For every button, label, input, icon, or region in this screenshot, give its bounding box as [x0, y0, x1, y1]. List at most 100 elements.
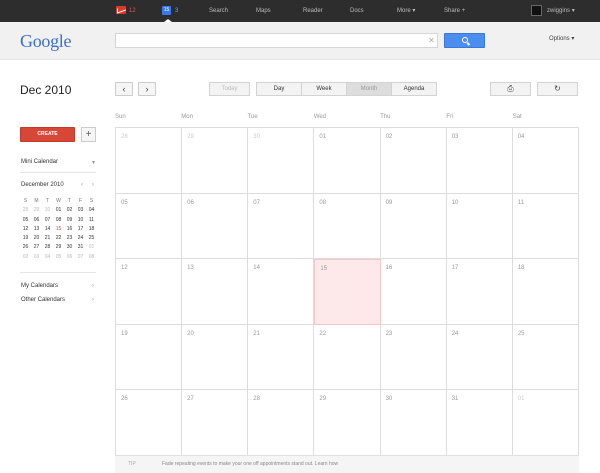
- mini-day[interactable]: 16: [64, 225, 75, 234]
- tab-agenda[interactable]: Agenda: [391, 82, 437, 96]
- day-cell[interactable]: 29: [314, 390, 381, 456]
- mini-day[interactable]: 24: [75, 234, 86, 243]
- mini-day[interactable]: 11: [86, 216, 97, 225]
- mini-day[interactable]: 29: [31, 206, 42, 215]
- day-cell[interactable]: 30: [380, 390, 447, 456]
- day-cell[interactable]: 01: [512, 390, 579, 456]
- nav-reader[interactable]: Reader: [303, 0, 323, 22]
- mini-day[interactable]: 02: [64, 206, 75, 215]
- day-cell[interactable]: 29: [182, 128, 249, 194]
- day-cell[interactable]: 17: [446, 259, 513, 325]
- mini-day[interactable]: 05: [53, 253, 64, 262]
- day-cell[interactable]: 31: [446, 390, 513, 456]
- day-cell[interactable]: 11: [512, 193, 579, 259]
- clear-search-icon[interactable]: ✕: [428, 34, 435, 47]
- nav-more[interactable]: More ▾: [397, 0, 415, 22]
- calendar-icon[interactable]: 15: [162, 6, 171, 15]
- mini-day[interactable]: 06: [31, 216, 42, 225]
- day-cell[interactable]: 22: [314, 324, 381, 390]
- prev-button[interactable]: ‹: [115, 82, 133, 96]
- refresh-button[interactable]: ↻: [537, 82, 578, 96]
- account-menu[interactable]: zwiggins ▾: [547, 0, 575, 22]
- day-cell[interactable]: 26: [116, 390, 183, 456]
- mini-day[interactable]: 20: [31, 234, 42, 243]
- day-cell[interactable]: 15: [314, 259, 381, 325]
- mini-day[interactable]: 13: [31, 225, 42, 234]
- mini-day[interactable]: 06: [64, 253, 75, 262]
- mail-count[interactable]: 12: [129, 0, 136, 22]
- day-cell[interactable]: 08: [314, 193, 381, 259]
- mini-day[interactable]: 14: [42, 225, 53, 234]
- chevron-right-icon[interactable]: ›: [92, 297, 94, 303]
- mini-day[interactable]: 23: [64, 234, 75, 243]
- mini-day[interactable]: 04: [86, 206, 97, 215]
- day-cell[interactable]: 10: [446, 193, 513, 259]
- tip-text[interactable]: Fade repeating events to make your one o…: [162, 461, 338, 467]
- mini-day[interactable]: 09: [64, 216, 75, 225]
- tab-month[interactable]: Month: [346, 82, 392, 96]
- day-cell[interactable]: 09: [380, 193, 447, 259]
- mini-day[interactable]: 30: [64, 243, 75, 252]
- day-cell[interactable]: 25: [512, 324, 579, 390]
- day-cell[interactable]: 13: [182, 259, 249, 325]
- mini-day[interactable]: 29: [53, 243, 64, 252]
- create-button[interactable]: CREATE: [20, 127, 75, 142]
- mini-day[interactable]: 26: [20, 243, 31, 252]
- day-cell[interactable]: 21: [248, 324, 315, 390]
- mini-day[interactable]: 25: [86, 234, 97, 243]
- mini-day[interactable]: 21: [42, 234, 53, 243]
- day-cell[interactable]: 28: [116, 128, 183, 194]
- nav-share[interactable]: Share +: [444, 0, 465, 22]
- day-cell[interactable]: 30: [248, 128, 315, 194]
- mini-day[interactable]: 28: [42, 243, 53, 252]
- mini-day[interactable]: 18: [86, 225, 97, 234]
- mini-day[interactable]: 07: [75, 253, 86, 262]
- mini-day[interactable]: 10: [75, 216, 86, 225]
- day-cell[interactable]: 28: [248, 390, 315, 456]
- mini-day[interactable]: 19: [20, 234, 31, 243]
- other-calendars-label[interactable]: Other Calendars: [21, 297, 65, 303]
- mini-calendar-label[interactable]: Mini Calendar: [21, 159, 58, 165]
- mini-day[interactable]: 07: [42, 216, 53, 225]
- tab-day[interactable]: Day: [256, 82, 302, 96]
- nav-maps[interactable]: Maps: [256, 0, 271, 22]
- mini-next-icon[interactable]: ›: [92, 182, 94, 188]
- mini-day[interactable]: 08: [86, 253, 97, 262]
- my-calendars-label[interactable]: My Calendars: [21, 283, 58, 289]
- day-cell[interactable]: 27: [182, 390, 249, 456]
- mini-day[interactable]: 03: [31, 253, 42, 262]
- day-cell[interactable]: 14: [248, 259, 315, 325]
- nav-search[interactable]: Search: [209, 0, 228, 22]
- mini-day[interactable]: 01: [86, 243, 97, 252]
- print-button[interactable]: ⎙: [490, 82, 531, 96]
- day-cell[interactable]: 07: [248, 193, 315, 259]
- options-menu[interactable]: Options ▾: [549, 35, 574, 42]
- today-button[interactable]: Today: [209, 82, 250, 96]
- day-cell[interactable]: 02: [380, 128, 447, 194]
- day-cell[interactable]: 05: [116, 193, 183, 259]
- mini-day[interactable]: 30: [42, 206, 53, 215]
- day-cell[interactable]: 04: [512, 128, 579, 194]
- google-logo[interactable]: Google: [20, 31, 72, 52]
- mini-day[interactable]: 27: [31, 243, 42, 252]
- mini-day[interactable]: 28: [20, 206, 31, 215]
- calendar-count[interactable]: 3: [175, 0, 178, 22]
- mini-day[interactable]: 15: [53, 225, 64, 234]
- day-cell[interactable]: 16: [380, 259, 447, 325]
- chevron-right-icon[interactable]: ›: [92, 283, 94, 289]
- tab-week[interactable]: Week: [301, 82, 347, 96]
- day-cell[interactable]: 18: [512, 259, 579, 325]
- nav-docs[interactable]: Docs: [350, 0, 364, 22]
- day-cell[interactable]: 01: [314, 128, 381, 194]
- day-cell[interactable]: 03: [446, 128, 513, 194]
- mini-day[interactable]: 02: [20, 253, 31, 262]
- mini-day[interactable]: 17: [75, 225, 86, 234]
- mini-day[interactable]: 22: [53, 234, 64, 243]
- avatar[interactable]: [531, 5, 542, 16]
- day-cell[interactable]: 06: [182, 193, 249, 259]
- chevron-down-icon[interactable]: ▾: [92, 159, 95, 166]
- next-button[interactable]: ›: [138, 82, 156, 96]
- search-input[interactable]: [115, 33, 438, 48]
- search-button[interactable]: [444, 33, 485, 48]
- mini-day[interactable]: 05: [20, 216, 31, 225]
